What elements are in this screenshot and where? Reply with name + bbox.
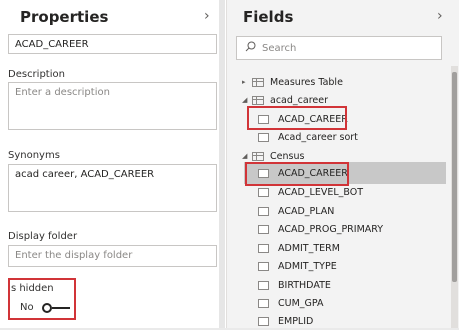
field-icon: [258, 206, 269, 216]
table-name: Census: [270, 150, 305, 162]
synonyms-value: acad career, ACAD_CAREER: [15, 169, 155, 180]
search-placeholder: Search: [262, 42, 297, 54]
description-input[interactable]: Enter a description: [8, 82, 217, 130]
field-icon: [258, 316, 269, 326]
description-label: Description: [8, 69, 65, 80]
expand-arrow-icon[interactable]: ▸: [242, 78, 252, 86]
collapse-arrow-icon[interactable]: ◢: [242, 96, 252, 104]
fields-search-input[interactable]: Search: [236, 36, 442, 60]
table-icon: [252, 77, 264, 87]
field-item[interactable]: ACAD_PLAN: [258, 202, 334, 220]
synonyms-label: Synonyms: [8, 150, 60, 161]
field-name: BIRTHDATE: [278, 279, 331, 291]
field-item[interactable]: ADMIT_TYPE: [258, 257, 337, 275]
field-item[interactable]: EMPLID: [258, 312, 313, 330]
table-icon: [252, 151, 264, 161]
properties-scrollbar[interactable]: [219, 0, 225, 328]
display-folder-label: Display folder: [8, 231, 78, 242]
fields-title: Fields: [243, 8, 294, 26]
table-name: acad_career: [270, 94, 328, 106]
field-item[interactable]: ACAD_PROG_PRIMARY: [258, 220, 383, 238]
fields-scrollbar-thumb[interactable]: [452, 72, 457, 282]
is-hidden-highlight: [8, 278, 76, 320]
table-name: Measures Table: [270, 76, 343, 88]
field-name: EMPLID: [278, 315, 314, 327]
field-item[interactable]: CUM_GPA: [258, 294, 324, 312]
name-value: ACAD_CAREER: [15, 39, 89, 50]
table-icon: [252, 95, 264, 105]
field-name: ACAD_PLAN: [278, 205, 335, 217]
field-icon: [258, 243, 269, 253]
description-placeholder: Enter a description: [15, 87, 110, 98]
field-item[interactable]: ACAD_LEVEL_BOT: [258, 183, 363, 201]
field-icon: [258, 187, 269, 197]
properties-pane: Properties › ACAD_CAREER Description Ent…: [0, 0, 227, 328]
field-icon: [258, 280, 269, 290]
field-name: ADMIT_TYPE: [278, 260, 337, 272]
field-name: CUM_GPA: [278, 297, 324, 309]
search-icon: [245, 41, 256, 55]
collapse-properties-chevron-icon[interactable]: ›: [204, 8, 210, 24]
acad-career-field-highlight: [247, 106, 347, 130]
field-name: ADMIT_TERM: [278, 242, 340, 254]
synonyms-input[interactable]: acad career, ACAD_CAREER: [8, 164, 217, 212]
field-name: ACAD_LEVEL_BOT: [278, 186, 363, 198]
field-name: ACAD_PROG_PRIMARY: [278, 223, 384, 235]
display-folder-placeholder: Enter the display folder: [15, 250, 133, 261]
collapse-fields-chevron-icon[interactable]: ›: [437, 8, 443, 24]
field-icon: [258, 298, 269, 308]
field-item[interactable]: ADMIT_TERM: [258, 239, 340, 257]
field-name: Acad_career sort: [278, 131, 358, 143]
collapse-arrow-icon[interactable]: ◢: [242, 152, 252, 160]
field-icon: [258, 224, 269, 234]
field-item[interactable]: BIRTHDATE: [258, 276, 331, 294]
table-measures[interactable]: ▸ Measures Table: [242, 73, 343, 91]
properties-title: Properties: [20, 8, 109, 26]
display-folder-input[interactable]: Enter the display folder: [8, 245, 217, 267]
name-input[interactable]: ACAD_CAREER: [8, 34, 217, 54]
field-icon: [258, 261, 269, 271]
field-item[interactable]: Acad_career sort: [258, 128, 358, 146]
field-icon: [258, 132, 269, 142]
